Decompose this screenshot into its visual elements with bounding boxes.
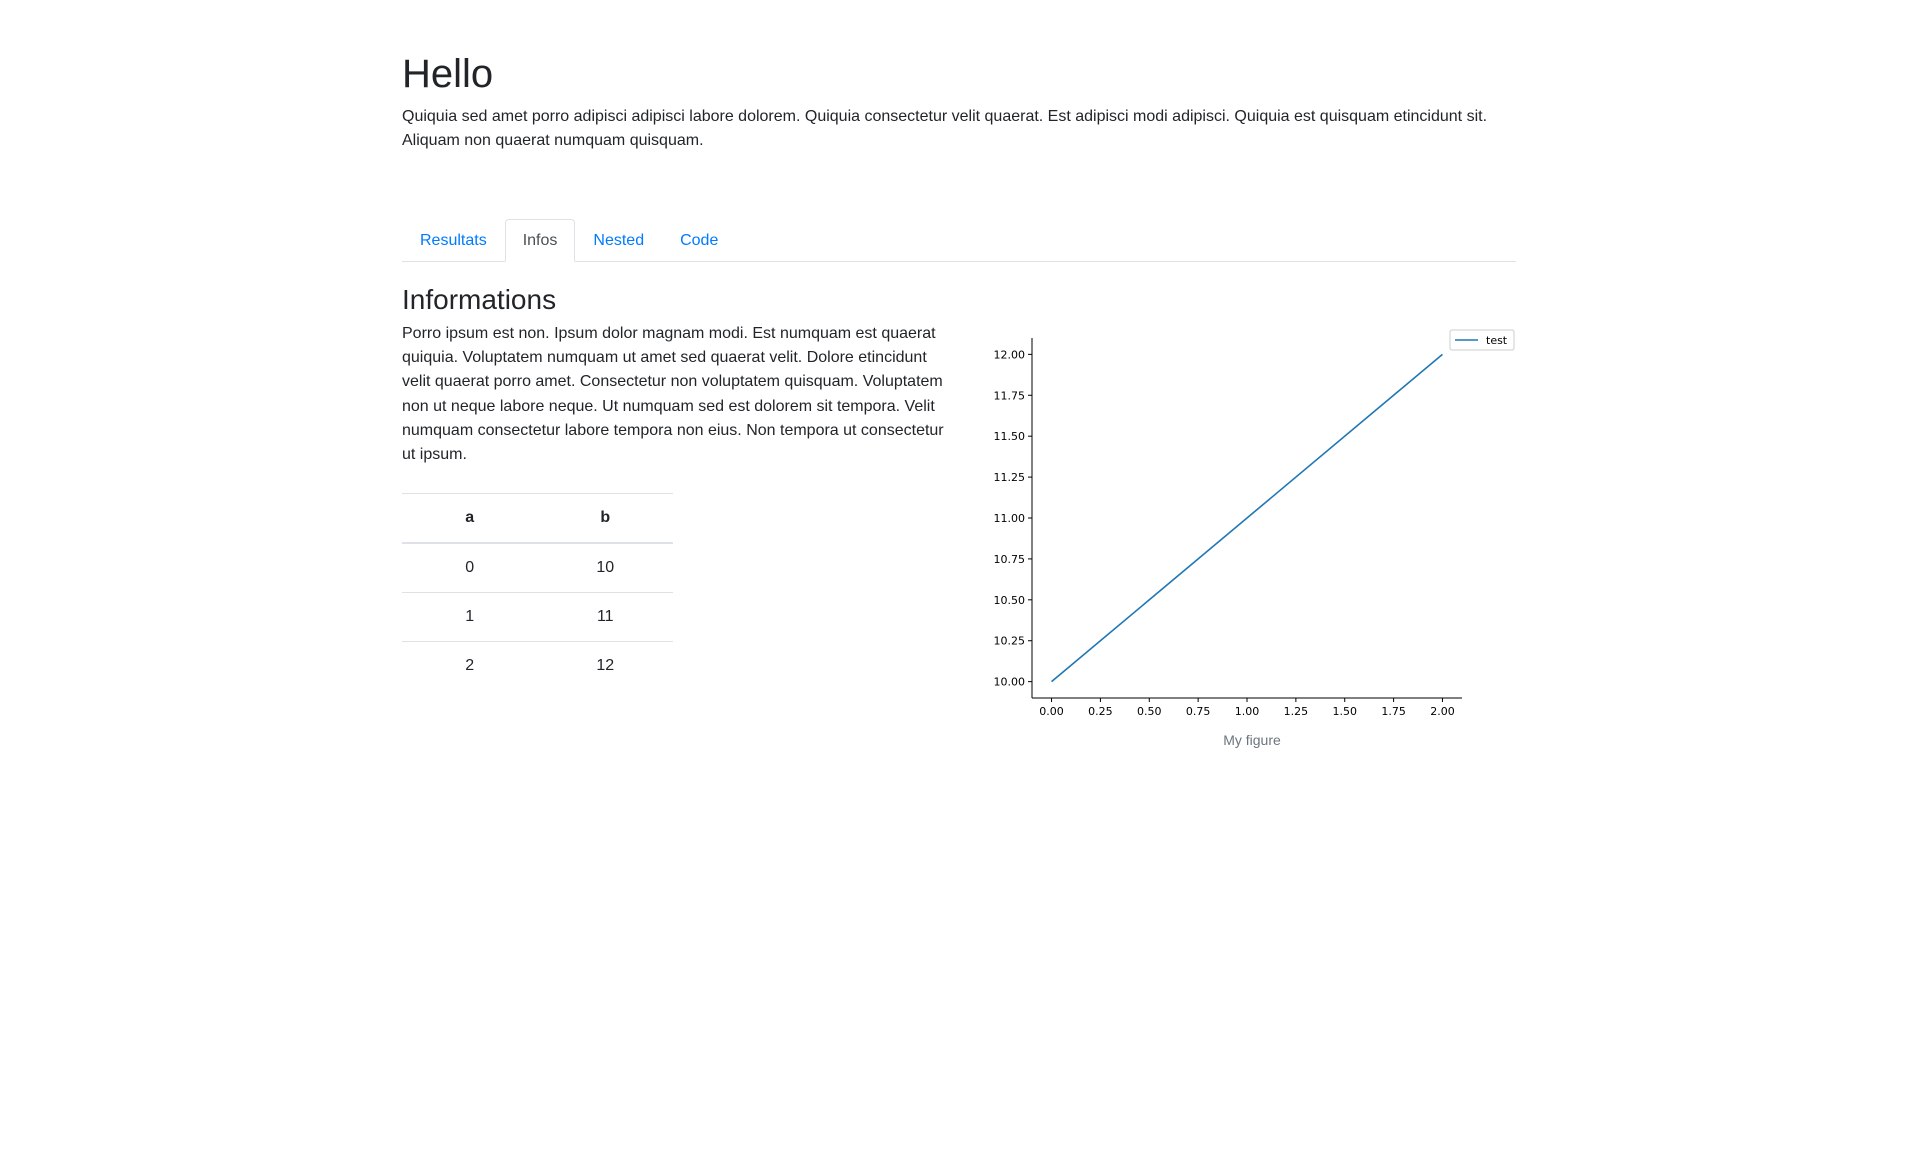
y-tick-label: 10.50 — [994, 594, 1026, 607]
x-tick-label: 1.00 — [1235, 705, 1260, 718]
x-tick-label: 1.25 — [1284, 705, 1309, 718]
tab-code[interactable]: Code — [662, 219, 736, 260]
figure-caption: My figure — [1223, 732, 1281, 748]
table-header-row: a b — [402, 493, 673, 544]
tab-nested[interactable]: Nested — [575, 219, 662, 260]
table-row: 0 10 — [402, 542, 673, 593]
tab-bar: Resultats Infos Nested Code — [402, 219, 1516, 262]
x-tick-label: 1.50 — [1332, 705, 1357, 718]
x-tick-label: 0.50 — [1137, 705, 1162, 718]
page-title: Hello — [402, 52, 494, 96]
table-cell: 12 — [537, 641, 673, 690]
x-tick-label: 0.75 — [1186, 705, 1211, 718]
intro-text: Quiquia sed amet porro adipisci adipisci… — [402, 108, 1488, 149]
figure: 0.00 0.25 0.50 0.75 1.00 1.25 1.50 1.75 2.00 10.0… — [982, 322, 1516, 758]
y-tick-label: 11.75 — [994, 389, 1026, 402]
column-header-b: b — [537, 493, 673, 544]
x-tick-label: 2.00 — [1430, 705, 1455, 718]
y-tick-label: 11.00 — [994, 512, 1026, 525]
table-row: 1 11 — [402, 592, 673, 642]
column-header-a: a — [402, 493, 538, 544]
tab-resultats[interactable]: Resultats — [402, 219, 505, 260]
x-tick-label: 1.75 — [1381, 705, 1406, 718]
table-row: 2 12 — [402, 641, 673, 690]
x-tick-label: 0.00 — [1039, 705, 1064, 718]
table-cell: 1 — [402, 592, 538, 642]
y-tick-label: 12.00 — [994, 348, 1026, 361]
y-tick-label: 10.75 — [994, 553, 1026, 566]
table-cell: 10 — [537, 542, 673, 593]
line-chart: 0.00 0.25 0.50 0.75 1.00 1.25 1.50 1.75 2.00 10.0… — [994, 329, 1515, 718]
y-tick-label: 11.25 — [994, 471, 1026, 484]
y-tick-label: 11.50 — [994, 430, 1026, 443]
y-tick-label: 10.00 — [994, 676, 1026, 689]
legend-label: test — [1486, 334, 1508, 347]
data-table: a b 0 10 1 11 2 12 — [402, 493, 673, 690]
table-cell: 11 — [537, 592, 673, 642]
series-line — [1051, 353, 1443, 683]
tab-infos[interactable]: Infos — [504, 219, 576, 262]
table-cell: 2 — [402, 641, 538, 690]
table-cell: 0 — [402, 542, 538, 593]
section-heading: Informations — [402, 284, 557, 315]
section-text: Porro ipsum est non. Ipsum dolor magnam … — [402, 325, 944, 464]
x-tick-label: 0.25 — [1088, 705, 1113, 718]
y-tick-label: 10.25 — [994, 635, 1026, 648]
